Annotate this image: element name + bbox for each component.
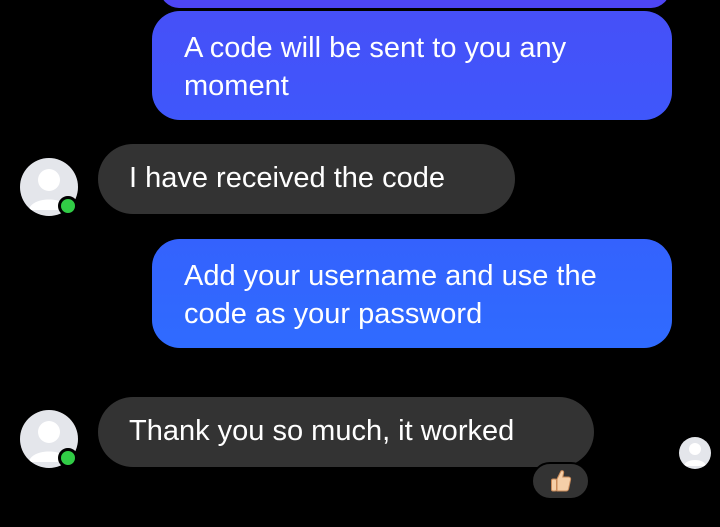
sender-avatar-container[interactable] xyxy=(20,410,84,474)
thumbs-up-icon xyxy=(550,470,571,492)
message-text: A code will be sent to you any moment xyxy=(184,32,567,102)
incoming-message-bubble[interactable]: Thank you so much, it worked xyxy=(98,397,594,467)
message-text: Add your username and use the code as yo… xyxy=(184,260,597,330)
online-status-dot xyxy=(58,196,78,216)
incoming-message-bubble[interactable]: I have received the code xyxy=(98,144,515,214)
seen-receipt-avatar-icon xyxy=(679,437,711,469)
message-text: Thank you so much, it worked xyxy=(129,415,515,447)
chat-thread: A code will be sent to you any moment I … xyxy=(0,0,720,527)
online-status-dot xyxy=(58,448,78,468)
message-reaction[interactable] xyxy=(531,462,590,500)
message-text: I have received the code xyxy=(129,162,445,194)
outgoing-message-bubble[interactable]: Add your username and use the code as yo… xyxy=(152,239,672,348)
outgoing-message-bubble-partial[interactable] xyxy=(160,0,670,8)
sender-avatar-container[interactable] xyxy=(20,158,84,222)
outgoing-message-bubble[interactable]: A code will be sent to you any moment xyxy=(152,11,672,120)
